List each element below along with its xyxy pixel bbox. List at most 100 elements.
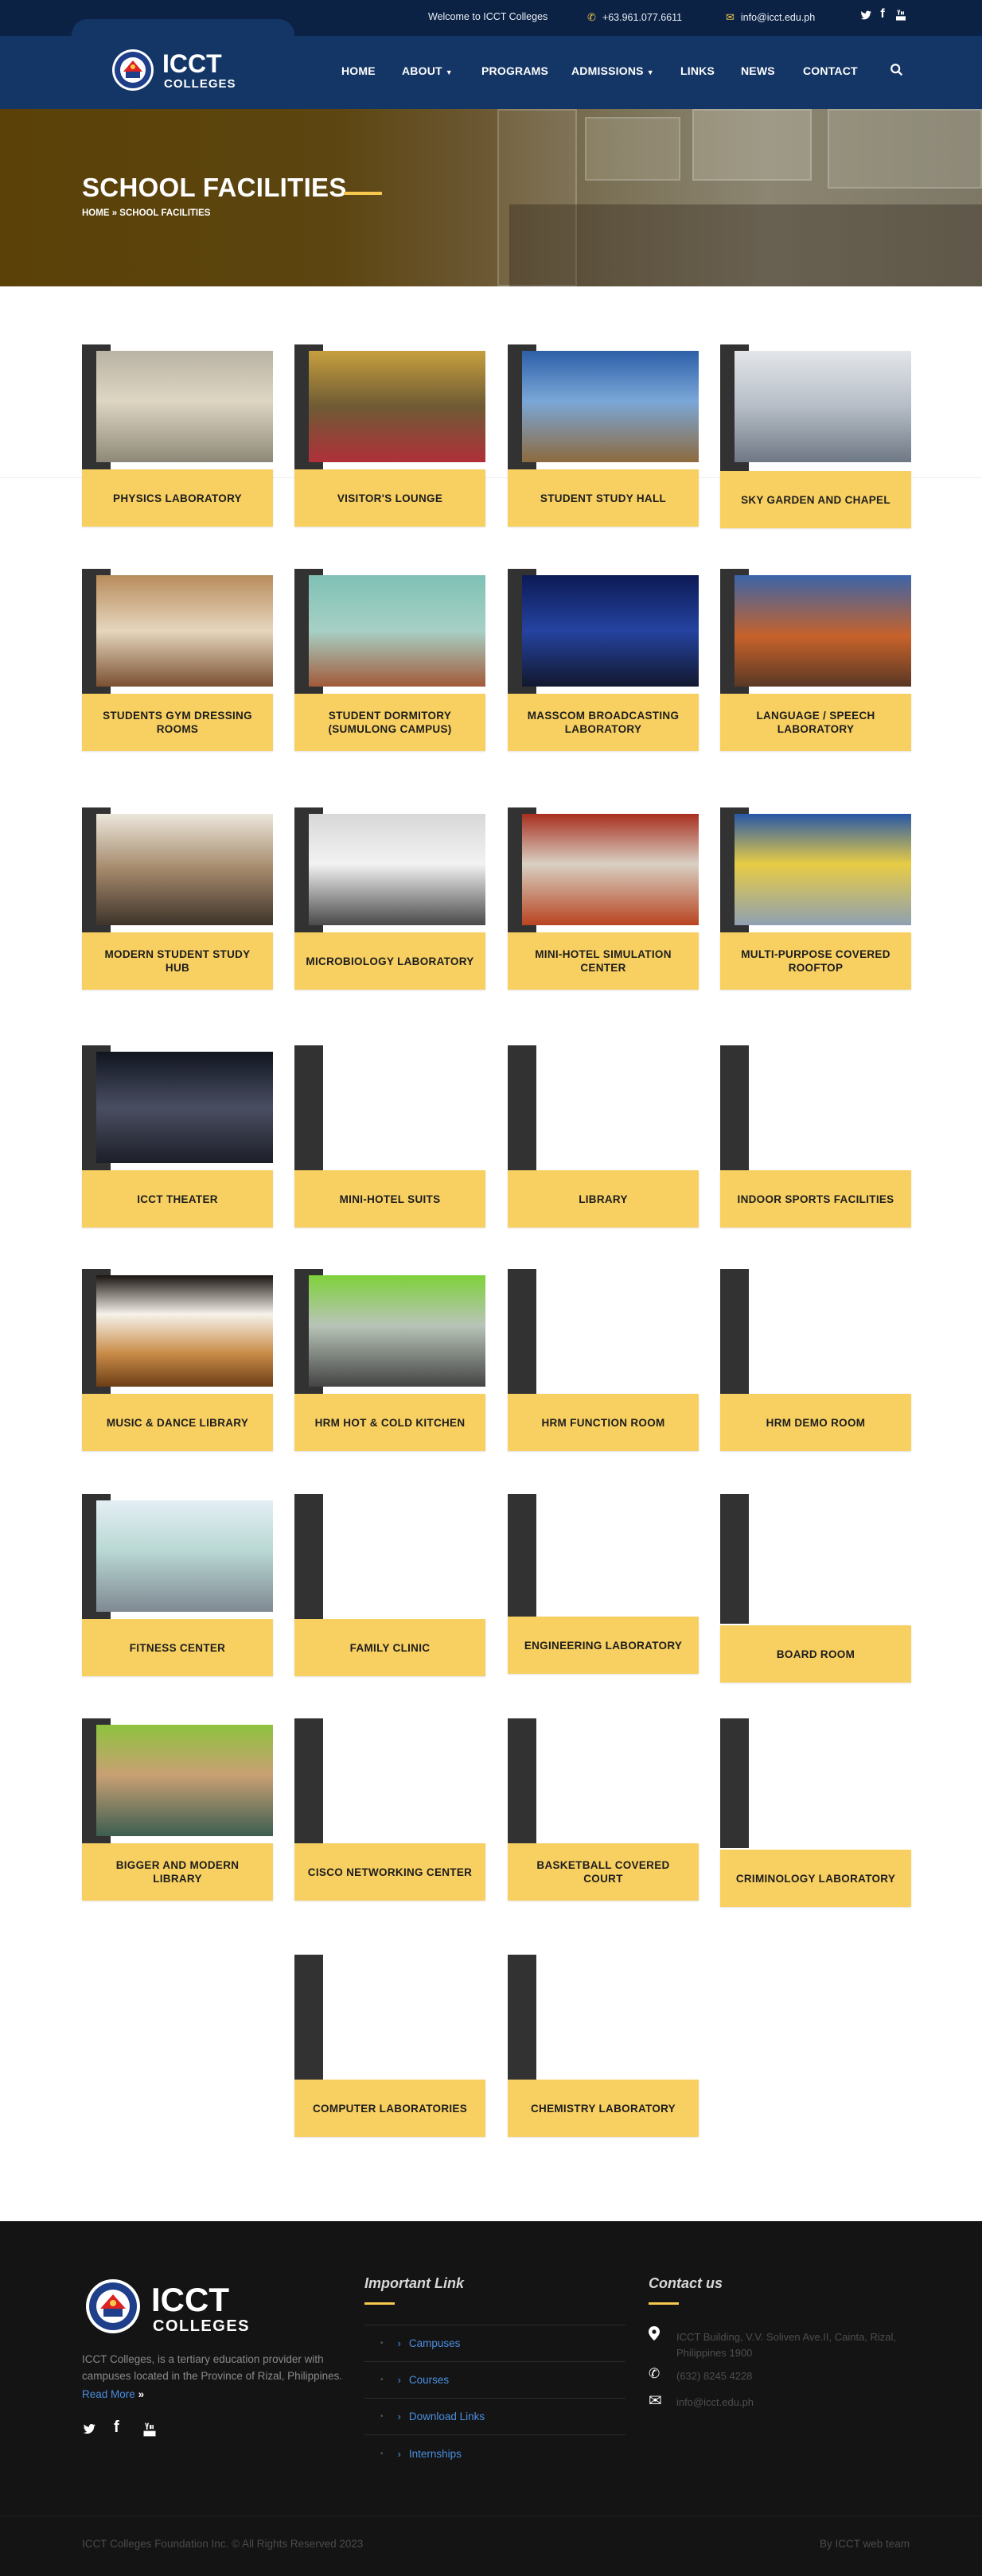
read-more-link[interactable]: Read More » <box>82 2388 144 2400</box>
contact-email[interactable]: info@icct.edu.ph <box>676 2395 915 2411</box>
facility-label[interactable]: CHEMISTRY LABORATORY <box>508 2080 699 2137</box>
nav-admissions[interactable]: ADMISSIONS ▼ <box>571 64 654 77</box>
facility-card[interactable]: MODERN STUDENT STUDY HUB <box>82 807 273 994</box>
facility-card[interactable]: ENGINEERING LABORATORY <box>508 1494 699 1681</box>
facility-label[interactable]: MASSCOM BROADCASTING LABORATORY <box>508 694 699 751</box>
facility-card[interactable]: VISITOR'S LOUNGE <box>294 344 485 531</box>
twitter-icon[interactable] <box>82 2422 96 2436</box>
facility-label[interactable]: STUDENT STUDY HALL <box>508 469 699 527</box>
facility-card[interactable]: STUDENT DORMITORY (SUMULONG CAMPUS) <box>294 569 485 756</box>
facility-card[interactable]: MUSIC & DANCE LIBRARY <box>82 1269 273 1456</box>
nav-contact[interactable]: CONTACT <box>803 64 858 77</box>
facility-card[interactable]: MINI-HOTEL SIMULATION CENTER <box>508 807 699 994</box>
facility-label[interactable]: BOARD ROOM <box>720 1625 911 1683</box>
facility-photo[interactable] <box>96 1275 273 1387</box>
facility-label[interactable]: FAMILY CLINIC <box>294 1619 485 1676</box>
facility-label[interactable]: MINI-HOTEL SUITS <box>294 1170 485 1228</box>
facility-label[interactable]: LIBRARY <box>508 1170 699 1228</box>
facility-card[interactable]: MULTI-PURPOSE COVERED ROOFTOP <box>720 807 911 994</box>
facility-label[interactable]: ENGINEERING LABORATORY <box>508 1617 699 1674</box>
facility-label[interactable]: ICCT THEATER <box>82 1170 273 1228</box>
facility-label[interactable]: MULTI-PURPOSE COVERED ROOFTOP <box>720 932 911 990</box>
twitter-icon[interactable] <box>859 9 872 21</box>
facility-label[interactable]: PHYSICS LABORATORY <box>82 469 273 527</box>
facility-photo[interactable] <box>735 814 911 925</box>
phone-link[interactable]: ✆ +63.961.077.6611 <box>587 11 682 24</box>
facility-photo[interactable] <box>309 814 485 925</box>
email-link[interactable]: ✉ info@icct.edu.ph <box>726 11 815 24</box>
facility-label[interactable]: HRM HOT & COLD KITCHEN <box>294 1394 485 1451</box>
facility-card[interactable]: LANGUAGE / SPEECH LABORATORY <box>720 569 911 756</box>
facility-label[interactable]: STUDENT DORMITORY (SUMULONG CAMPUS) <box>294 694 485 751</box>
facility-card[interactable]: COMPUTER LABORATORIES <box>294 1955 485 2142</box>
facility-photo[interactable] <box>96 814 273 925</box>
facility-card[interactable]: CHEMISTRY LABORATORY <box>508 1955 699 2142</box>
facility-label[interactable]: FITNESS CENTER <box>82 1619 273 1676</box>
facility-card[interactable]: HRM HOT & COLD KITCHEN <box>294 1269 485 1456</box>
facility-photo[interactable] <box>735 351 911 462</box>
footer-link-campuses[interactable]: • › Campuses <box>364 2325 625 2362</box>
facility-label[interactable]: MICROBIOLOGY LABORATORY <box>294 932 485 990</box>
facility-photo[interactable] <box>522 351 699 462</box>
facility-card[interactable]: MICROBIOLOGY LABORATORY <box>294 807 485 994</box>
facility-photo[interactable] <box>96 1500 273 1612</box>
facility-card[interactable]: FAMILY CLINIC <box>294 1494 485 1681</box>
nav-programs[interactable]: PROGRAMS <box>481 64 548 77</box>
facility-label[interactable]: VISITOR'S LOUNGE <box>294 469 485 527</box>
facility-photo[interactable] <box>96 1052 273 1163</box>
facility-label[interactable]: STUDENTS GYM DRESSING ROOMS <box>82 694 273 751</box>
search-icon[interactable] <box>890 63 904 77</box>
nav-about[interactable]: ABOUT ▼ <box>402 64 453 77</box>
facility-card[interactable]: INDOOR SPORTS FACILITIES <box>720 1045 911 1232</box>
facility-card[interactable]: MINI-HOTEL SUITS <box>294 1045 485 1232</box>
facility-card[interactable]: LIBRARY <box>508 1045 699 1232</box>
facility-photo[interactable] <box>309 1275 485 1387</box>
facility-card[interactable]: HRM DEMO ROOM <box>720 1269 911 1456</box>
facility-photo[interactable] <box>309 351 485 462</box>
facility-card[interactable]: BOARD ROOM <box>720 1494 911 1683</box>
facility-label[interactable]: MUSIC & DANCE LIBRARY <box>82 1394 273 1451</box>
facility-card[interactable]: ICCT THEATER <box>82 1045 273 1232</box>
facebook-icon[interactable]: f <box>876 7 889 21</box>
facility-label[interactable]: LANGUAGE / SPEECH LABORATORY <box>720 694 911 751</box>
facility-label[interactable]: HRM DEMO ROOM <box>720 1394 911 1451</box>
facility-card[interactable]: SKY GARDEN AND CHAPEL <box>720 344 911 531</box>
facility-card[interactable]: FITNESS CENTER <box>82 1494 273 1681</box>
facility-label[interactable]: INDOOR SPORTS FACILITIES <box>720 1170 911 1228</box>
facility-label[interactable]: HRM FUNCTION ROOM <box>508 1394 699 1451</box>
footer-link-downloads[interactable]: • › Download Links <box>364 2399 625 2435</box>
facility-photo[interactable] <box>309 575 485 687</box>
facility-card[interactable]: STUDENT STUDY HALL <box>508 344 699 531</box>
facility-photo[interactable] <box>735 575 911 687</box>
facility-label[interactable]: MODERN STUDENT STUDY HUB <box>82 932 273 990</box>
footer-link-internships[interactable]: • › Internships <box>364 2435 625 2472</box>
facility-label[interactable]: MINI-HOTEL SIMULATION CENTER <box>508 932 699 990</box>
facility-photo[interactable] <box>96 351 273 462</box>
facility-card[interactable]: CRIMINOLOGY LABORATORY <box>720 1718 911 1907</box>
nav-home[interactable]: HOME <box>341 64 376 77</box>
facility-label[interactable]: BIGGER AND MODERN LIBRARY <box>82 1843 273 1901</box>
facility-label[interactable]: CRIMINOLOGY LABORATORY <box>720 1850 911 1907</box>
youtube-icon[interactable] <box>142 2422 158 2438</box>
icct-logo[interactable]: ICCT COLLEGES <box>111 46 255 94</box>
facility-label[interactable]: CISCO NETWORKING CENTER <box>294 1843 485 1901</box>
nav-news[interactable]: NEWS <box>741 64 775 77</box>
facility-photo[interactable] <box>96 1725 273 1836</box>
facility-card[interactable]: PHYSICS LABORATORY <box>82 344 273 531</box>
facility-photo[interactable] <box>522 814 699 925</box>
facility-card[interactable]: BASKETBALL COVERED COURT <box>508 1718 699 1905</box>
facility-label[interactable]: SKY GARDEN AND CHAPEL <box>720 471 911 528</box>
facility-photo[interactable] <box>522 575 699 687</box>
youtube-icon[interactable] <box>894 9 907 21</box>
footer-link-courses[interactable]: • › Courses <box>364 2362 625 2399</box>
facility-card[interactable]: HRM FUNCTION ROOM <box>508 1269 699 1456</box>
facility-card[interactable]: CISCO NETWORKING CENTER <box>294 1718 485 1905</box>
facility-photo[interactable] <box>96 575 273 687</box>
facility-label[interactable]: COMPUTER LABORATORIES <box>294 2080 485 2137</box>
facebook-icon[interactable]: f <box>114 2418 119 2437</box>
facility-card[interactable]: MASSCOM BROADCASTING LABORATORY <box>508 569 699 756</box>
facility-card[interactable]: BIGGER AND MODERN LIBRARY <box>82 1718 273 1905</box>
facility-card[interactable]: STUDENTS GYM DRESSING ROOMS <box>82 569 273 756</box>
facility-label[interactable]: BASKETBALL COVERED COURT <box>508 1843 699 1901</box>
nav-links[interactable]: LINKS <box>680 64 715 77</box>
